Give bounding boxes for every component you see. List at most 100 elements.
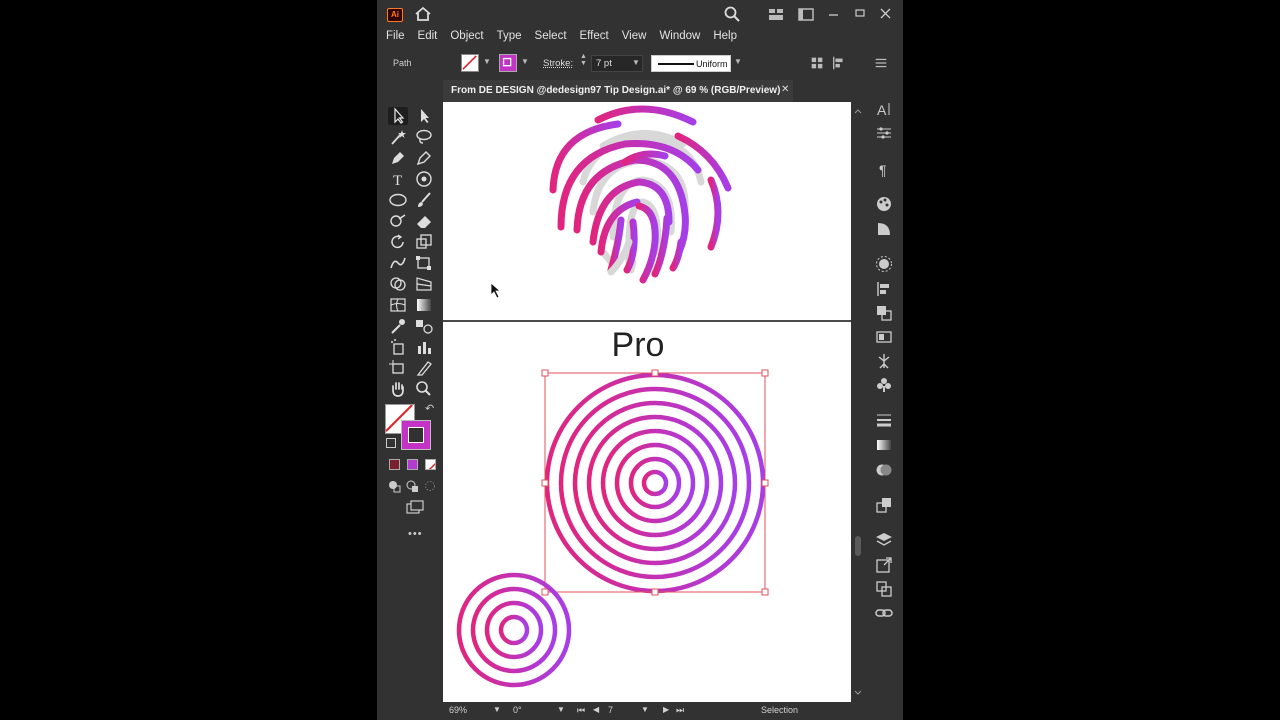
perspective-grid-tool-icon[interactable] [414, 275, 434, 293]
properties-panel-icon[interactable] [875, 124, 893, 142]
draw-normal-icon[interactable] [387, 479, 401, 493]
layers-panel-icon[interactable] [875, 531, 893, 549]
zoom-level[interactable]: 69% [449, 705, 467, 715]
gradient-panel-icon[interactable] [875, 436, 893, 454]
eraser-tool-icon[interactable] [414, 212, 434, 230]
gradient-mode-icon[interactable] [407, 459, 418, 470]
arrange-documents-icon[interactable] [797, 5, 815, 23]
pen-tool-icon[interactable] [388, 149, 408, 167]
lasso-tool-icon[interactable] [414, 128, 434, 146]
scroll-up-icon[interactable] [851, 106, 865, 116]
slice-tool-icon[interactable] [414, 359, 434, 377]
menu-edit[interactable]: Edit [418, 28, 438, 46]
previous-artboard-icon[interactable]: ◀ [593, 705, 599, 714]
zoom-tool-icon[interactable] [414, 380, 434, 398]
stroke-swatch[interactable] [499, 54, 517, 72]
stroke-profile-dropdown[interactable]: Uniform [651, 55, 731, 72]
maximize-icon[interactable] [851, 5, 869, 23]
rotation-chevron-icon[interactable]: ▼ [557, 705, 565, 714]
curvature-tool-icon[interactable] [414, 149, 434, 167]
close-tab-icon[interactable]: ✕ [781, 84, 789, 95]
column-graph-tool-icon[interactable] [414, 338, 434, 356]
panel-menu-icon[interactable] [873, 55, 891, 73]
mesh-tool-icon[interactable] [388, 296, 408, 314]
stroke-color-box[interactable] [401, 420, 431, 450]
fill-swatch-none[interactable] [461, 54, 479, 72]
vertical-scrollbar[interactable] [851, 102, 865, 702]
workspace-switcher-icon[interactable] [767, 5, 785, 23]
free-transform-tool-icon[interactable] [414, 254, 434, 272]
direct-selection-tool-icon[interactable] [414, 107, 434, 125]
stroke-weight-field[interactable]: 7 pt ▼ [591, 55, 643, 72]
scale-tool-icon[interactable] [414, 233, 434, 251]
change-screen-mode-icon[interactable] [406, 500, 424, 514]
symbol-sprayer-tool-icon[interactable] [388, 338, 408, 356]
stroke-weight-chevron-icon[interactable]: ▼ [632, 58, 640, 67]
default-fill-stroke-icon[interactable] [386, 438, 396, 448]
stroke-dropdown-chevron-icon[interactable]: ▼ [521, 57, 529, 66]
asset-export-panel-icon[interactable] [875, 556, 893, 574]
transform-panel-icon[interactable] [875, 328, 893, 346]
rotate-tool-icon[interactable] [388, 233, 408, 251]
brushes-panel-icon[interactable] [875, 255, 893, 273]
color-mode-icon[interactable] [389, 459, 400, 470]
pro-heading[interactable]: Pro [612, 326, 665, 364]
menu-type[interactable]: Type [497, 28, 522, 46]
fingerprint-artwork[interactable] [549, 105, 732, 284]
document-tab[interactable]: From DE DESIGN @dedesign97 Tip Design.ai… [443, 80, 793, 102]
artboard-chevron-icon[interactable]: ▼ [641, 705, 649, 714]
puppet-warp-panel-icon[interactable] [875, 352, 893, 370]
warp-tool-icon[interactable] [388, 254, 408, 272]
stroke-weight-stepper-icon[interactable]: ▲ ▼ [580, 53, 587, 67]
none-mode-icon[interactable] [425, 459, 436, 470]
magic-wand-tool-icon[interactable] [388, 128, 408, 146]
artboard-canvas[interactable]: Pro [443, 102, 851, 702]
home-icon[interactable] [414, 5, 432, 23]
fill-dropdown-chevron-icon[interactable]: ▼ [483, 57, 491, 66]
search-icon[interactable] [723, 5, 741, 23]
align-icon[interactable] [831, 55, 849, 73]
type-tool-icon[interactable]: T [388, 170, 408, 189]
rotation-value[interactable]: 0° [513, 705, 522, 715]
draw-behind-icon[interactable] [405, 479, 419, 493]
first-artboard-icon[interactable]: ⏮ [577, 705, 585, 716]
selection-tool-icon[interactable] [388, 107, 408, 125]
color-panel-icon[interactable] [875, 195, 893, 213]
stroke-panel-icon[interactable] [875, 411, 893, 429]
menu-file[interactable]: File [386, 28, 405, 46]
menu-help[interactable]: Help [713, 28, 737, 46]
paragraph-panel-icon[interactable]: ¶ [875, 160, 893, 178]
minimize-icon[interactable] [825, 5, 843, 23]
artboards-panel-icon[interactable] [875, 580, 893, 598]
symbol-tool-icon[interactable] [414, 170, 434, 188]
zoom-chevron-icon[interactable]: ▼ [493, 705, 501, 714]
export-assets-panel-icon[interactable] [875, 496, 893, 514]
transform-icon[interactable] [809, 55, 827, 73]
next-artboard-icon[interactable]: ▶ [663, 705, 669, 714]
menu-select[interactable]: Select [535, 28, 567, 46]
ellipse-tool-icon[interactable] [388, 191, 408, 209]
align-panel-icon[interactable] [875, 280, 893, 298]
menu-object[interactable]: Object [450, 28, 483, 46]
eyedropper-tool-icon[interactable] [388, 317, 408, 335]
shape-builder-tool-icon[interactable] [388, 275, 408, 293]
hand-tool-icon[interactable] [388, 380, 408, 398]
gradient-tool-icon[interactable] [414, 296, 434, 314]
scroll-down-icon[interactable] [851, 688, 865, 698]
menu-window[interactable]: Window [659, 28, 700, 46]
last-artboard-icon[interactable]: ⏭ [676, 705, 684, 716]
concentric-circles-small[interactable] [456, 572, 572, 688]
artboard-tool-icon[interactable] [388, 359, 408, 377]
stroke-label[interactable]: Stroke: [543, 58, 573, 69]
menu-view[interactable]: View [622, 28, 647, 46]
pathfinder-panel-icon[interactable] [875, 304, 893, 322]
artboard-number[interactable]: 7 [608, 705, 613, 715]
concentric-circles-large[interactable] [544, 372, 766, 594]
blend-tool-icon[interactable] [414, 317, 434, 335]
menu-effect[interactable]: Effect [580, 28, 609, 46]
stroke-profile-chevron-icon[interactable]: ▼ [734, 57, 742, 66]
edit-toolbar-more-icon[interactable]: ••• [408, 528, 423, 540]
links-panel-icon[interactable] [875, 604, 893, 622]
character-panel-icon[interactable]: A [875, 100, 893, 118]
draw-inside-icon[interactable] [423, 479, 437, 493]
